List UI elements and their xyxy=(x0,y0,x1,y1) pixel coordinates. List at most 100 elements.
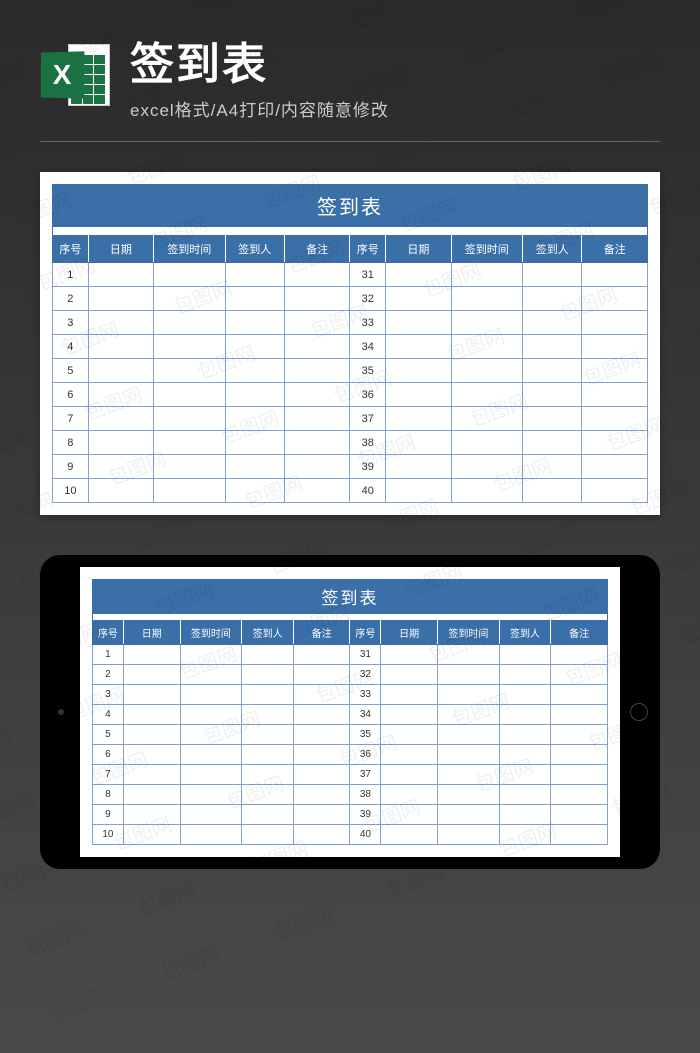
table-cell xyxy=(386,311,451,335)
table-cell xyxy=(582,383,648,407)
table-cell: 36 xyxy=(350,745,381,765)
table-cell xyxy=(386,383,451,407)
table-cell xyxy=(522,311,582,335)
table-cell xyxy=(381,725,438,745)
table-cell xyxy=(386,431,451,455)
table-cell xyxy=(551,765,608,785)
table-cell xyxy=(499,785,551,805)
table-cell xyxy=(123,705,180,725)
table-cell xyxy=(225,263,285,287)
column-header: 签到人 xyxy=(242,621,294,645)
table-cell: 8 xyxy=(53,431,89,455)
table-cell xyxy=(522,287,582,311)
table-cell xyxy=(438,725,500,745)
table-cell xyxy=(154,287,225,311)
table-cell xyxy=(522,335,582,359)
sheet-title: 签到表 xyxy=(52,184,648,227)
table-cell xyxy=(551,825,608,845)
table-cell xyxy=(386,407,451,431)
table-row: 131 xyxy=(53,263,648,287)
table-cell: 40 xyxy=(350,479,386,503)
table-cell xyxy=(293,665,350,685)
column-header: 签到人 xyxy=(522,236,582,263)
table-cell: 5 xyxy=(53,359,89,383)
sheet-preview: 签到表 序号日期签到时间签到人备注序号日期签到时间签到人备注 131232333… xyxy=(40,172,660,515)
table-cell xyxy=(154,455,225,479)
table-cell: 2 xyxy=(93,665,124,685)
table-cell xyxy=(285,359,350,383)
page-title: 签到表 xyxy=(130,28,660,92)
table-row: 333 xyxy=(93,685,608,705)
column-header: 备注 xyxy=(285,236,350,263)
table-cell xyxy=(582,263,648,287)
table-cell xyxy=(225,407,285,431)
table-cell xyxy=(522,407,582,431)
excel-icon: X xyxy=(40,40,110,110)
table-cell xyxy=(154,431,225,455)
table-cell: 8 xyxy=(93,785,124,805)
table-cell xyxy=(522,431,582,455)
table-cell xyxy=(180,645,242,665)
table-cell xyxy=(88,287,153,311)
table-cell xyxy=(88,407,153,431)
table-cell xyxy=(451,431,522,455)
table-cell xyxy=(285,311,350,335)
table-cell: 2 xyxy=(53,287,89,311)
table-cell xyxy=(225,335,285,359)
table-cell xyxy=(123,745,180,765)
table-cell xyxy=(242,805,294,825)
table-cell: 7 xyxy=(53,407,89,431)
table-cell xyxy=(88,383,153,407)
table-cell xyxy=(293,765,350,785)
column-header: 签到时间 xyxy=(154,236,225,263)
table-cell xyxy=(386,287,451,311)
table-cell: 7 xyxy=(93,765,124,785)
table-cell xyxy=(582,311,648,335)
tablet-screen: 签到表 序号日期签到时间签到人备注序号日期签到时间签到人备注 131232333… xyxy=(80,567,620,857)
column-header: 序号 xyxy=(350,236,386,263)
table-cell xyxy=(451,311,522,335)
table-row: 1040 xyxy=(53,479,648,503)
table-cell xyxy=(551,785,608,805)
table-cell xyxy=(285,335,350,359)
table-cell: 4 xyxy=(93,705,124,725)
table-row: 333 xyxy=(53,311,648,335)
column-header: 序号 xyxy=(53,236,89,263)
table-cell xyxy=(499,665,551,685)
table-cell xyxy=(451,407,522,431)
table-row: 838 xyxy=(53,431,648,455)
table-cell xyxy=(499,765,551,785)
table-cell xyxy=(123,665,180,685)
table-cell xyxy=(438,805,500,825)
table-cell xyxy=(180,805,242,825)
column-header: 签到时间 xyxy=(438,621,500,645)
table-cell xyxy=(180,665,242,685)
table-cell: 6 xyxy=(93,745,124,765)
table-cell: 40 xyxy=(350,825,381,845)
table-cell xyxy=(381,785,438,805)
column-header: 签到人 xyxy=(499,621,551,645)
table-cell xyxy=(88,455,153,479)
attendance-table-small: 序号日期签到时间签到人备注序号日期签到时间签到人备注 1312323334345… xyxy=(92,620,608,845)
table-cell xyxy=(225,455,285,479)
table-cell xyxy=(451,287,522,311)
table-cell xyxy=(154,263,225,287)
tablet-preview: 签到表 序号日期签到时间签到人备注序号日期签到时间签到人备注 131232333… xyxy=(40,555,660,869)
table-cell: 37 xyxy=(350,765,381,785)
column-header: 备注 xyxy=(551,621,608,645)
table-cell xyxy=(123,785,180,805)
table-cell: 36 xyxy=(350,383,386,407)
table-row: 6 36 xyxy=(93,745,608,765)
table-cell xyxy=(582,287,648,311)
table-row: 636 xyxy=(53,383,648,407)
table-cell xyxy=(551,645,608,665)
table-cell xyxy=(285,479,350,503)
table-cell xyxy=(381,665,438,685)
table-cell: 34 xyxy=(350,705,381,725)
table-cell xyxy=(438,685,500,705)
column-header: 序号 xyxy=(93,621,124,645)
table-row: 535 xyxy=(93,725,608,745)
column-header: 签到人 xyxy=(225,236,285,263)
table-cell: 35 xyxy=(350,725,381,745)
table-cell: 3 xyxy=(93,685,124,705)
